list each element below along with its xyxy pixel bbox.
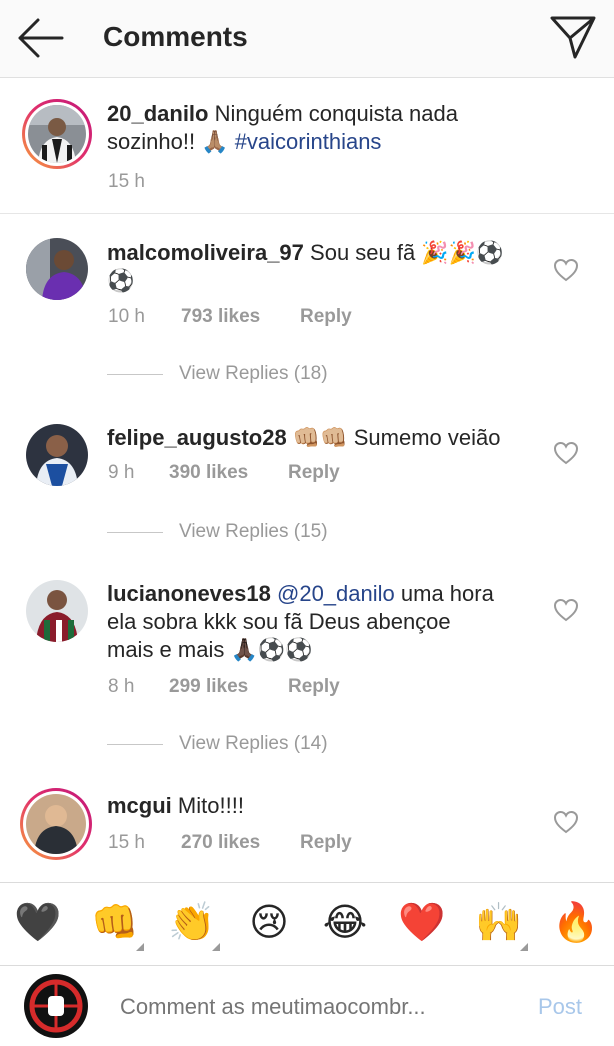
comment-body: Sou seu fã 🎉🎉⚽ (310, 240, 504, 265)
avatar[interactable] (26, 238, 88, 300)
view-replies-button[interactable]: View Replies (15) (107, 518, 467, 548)
comment-likes[interactable]: 299 likes (169, 676, 248, 698)
crying-face-emoji[interactable]: 😢 (243, 897, 295, 949)
raised-hands-emoji[interactable]: 🙌 (473, 897, 525, 949)
view-replies-label: View Replies (15) (179, 521, 328, 542)
comment-item: malcomoliveira_97 Sou seu fã 🎉🎉⚽ ⚽ 10 h … (0, 214, 614, 384)
caption-time: 15 h (108, 171, 145, 192)
view-replies-label: View Replies (14) (179, 733, 328, 754)
skin-tone-indicator-icon (136, 943, 144, 951)
caption-text: 20_danilo Ninguém conquista nada sozinho… (107, 100, 527, 156)
comment-item: felipe_augusto28 👊🏼👊🏼 Sumemo veião 9 h 3… (0, 404, 614, 554)
comment-time: 9 h (108, 462, 135, 483)
comment-item: lucianoneves18 @20_danilo uma hora ela s… (0, 562, 614, 762)
black-heart-emoji[interactable]: 🖤 (12, 897, 64, 949)
view-replies-label: View Replies (18) (179, 363, 328, 384)
reply-button[interactable]: Reply (288, 676, 340, 698)
skin-tone-indicator-icon (520, 943, 528, 951)
divider (107, 744, 163, 745)
comment-composer: Post (0, 966, 614, 1046)
caption-line1: Ninguém conquista nada (214, 101, 458, 126)
comment-username[interactable]: felipe_augusto28 (107, 425, 287, 450)
avatar (28, 105, 86, 163)
paper-plane-icon (550, 16, 596, 59)
comment-time: 8 h (108, 676, 135, 697)
page-title: Comments (103, 21, 248, 52)
story-ring[interactable] (20, 788, 92, 860)
comment-text: felipe_augusto28 👊🏼👊🏼 Sumemo veião (107, 424, 537, 452)
comment-time: 10 h (108, 306, 145, 327)
comment-mention[interactable]: @20_danilo (277, 581, 395, 606)
reply-button[interactable]: Reply (300, 832, 352, 854)
fire-emoji[interactable]: 🔥 (550, 897, 602, 949)
direct-message-button[interactable] (548, 14, 598, 60)
comment-body: 👊🏼👊🏼 Sumemo veião (292, 425, 501, 450)
caption-hashtag[interactable]: #vaicorinthians (235, 129, 382, 154)
tears-of-joy-emoji[interactable]: 😂 (319, 897, 371, 949)
comment-body-3: mais e mais 🙏🏿⚽⚽ (107, 637, 313, 662)
divider (107, 374, 163, 375)
comment-body: Mito!!!! (177, 793, 244, 818)
comment-text: malcomoliveira_97 Sou seu fã 🎉🎉⚽ ⚽ (107, 239, 537, 295)
clap-emoji[interactable]: 👏 (166, 897, 218, 949)
fist-emoji[interactable]: 👊 (89, 897, 141, 949)
avatar (24, 974, 88, 1038)
reply-button[interactable]: Reply (300, 306, 352, 328)
comment-username[interactable]: mcgui (107, 793, 172, 818)
avatar[interactable] (26, 424, 88, 486)
comment-input[interactable] (120, 994, 500, 1020)
comment-likes[interactable]: 793 likes (181, 306, 260, 328)
comment-username[interactable]: malcomoliveira_97 (107, 240, 304, 265)
reply-button[interactable]: Reply (288, 462, 340, 484)
arrow-left-icon (18, 18, 64, 58)
view-replies-button[interactable]: View Replies (14) (107, 730, 467, 760)
caption-username[interactable]: 20_danilo (107, 101, 208, 126)
comment-body-2: ⚽ (107, 268, 135, 293)
avatar (26, 794, 86, 854)
comment-text: mcgui Mito!!!! (107, 792, 537, 820)
comment-body-2: ela sobra kkk sou fã Deus abençoe (107, 609, 451, 634)
post-caption: 20_danilo Ninguém conquista nada sozinho… (0, 78, 614, 214)
comment-time: 15 h (108, 832, 145, 853)
comment-body: uma hora (400, 581, 494, 606)
comment-likes[interactable]: 390 likes (169, 462, 248, 484)
comment-username[interactable]: lucianoneves18 (107, 581, 271, 606)
heart-icon[interactable] (553, 598, 579, 622)
emoji-quick-bar: 🖤 👊 👏 😢 😂 ❤️ 🙌 🔥 (0, 882, 614, 966)
heart-icon[interactable] (553, 810, 579, 834)
top-bar: Comments (0, 0, 614, 78)
comment-text: lucianoneves18 @20_danilo uma hora ela s… (107, 580, 547, 664)
avatar[interactable] (26, 580, 88, 642)
skin-tone-indicator-icon (212, 943, 220, 951)
comment-item: mcgui Mito!!!! 15 h 270 likes Reply (0, 778, 614, 882)
back-button[interactable] (16, 16, 66, 60)
heart-icon[interactable] (553, 258, 579, 282)
comment-likes[interactable]: 270 likes (181, 832, 260, 854)
divider (107, 532, 163, 533)
caption-line2: sozinho!! 🙏🏽 (107, 129, 229, 154)
red-heart-emoji[interactable]: ❤️ (396, 897, 448, 949)
view-replies-button[interactable]: View Replies (18) (107, 360, 467, 390)
heart-icon[interactable] (553, 441, 579, 465)
post-button[interactable]: Post (538, 994, 582, 1020)
story-ring[interactable] (22, 99, 92, 169)
